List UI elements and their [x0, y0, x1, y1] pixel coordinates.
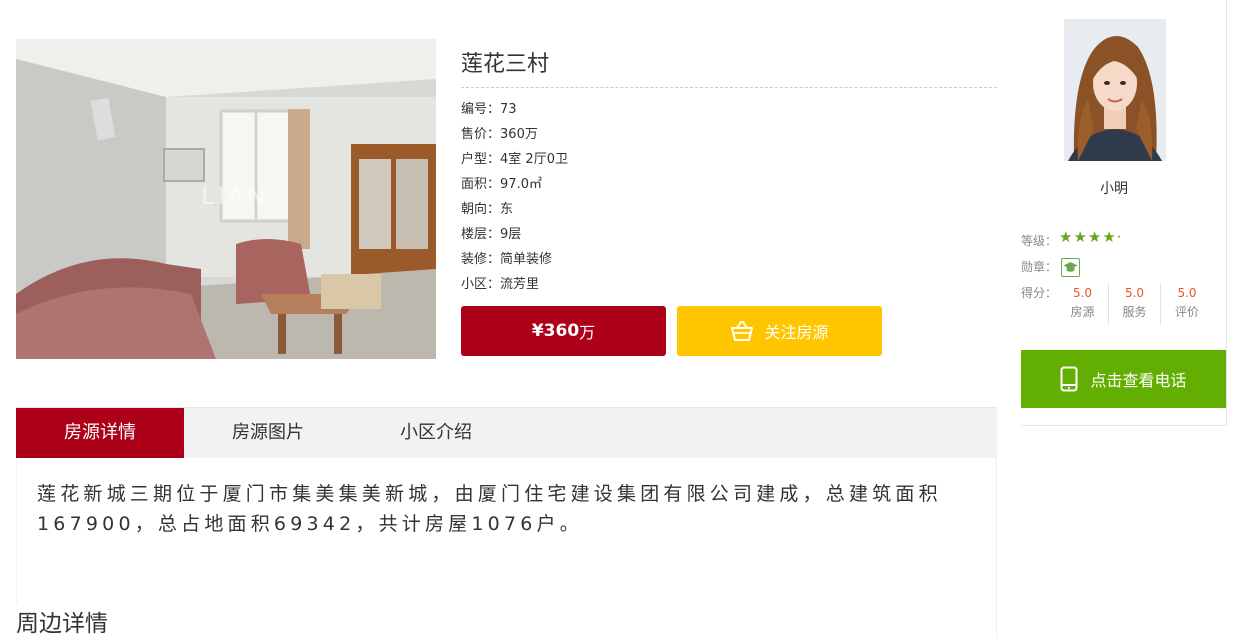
listing-field-row: 朝向：东	[461, 197, 997, 222]
price-button[interactable]: ¥360 万	[461, 306, 666, 356]
listing-field-label: 户型	[461, 152, 488, 167]
listing-field-row: 户型：4室 2厅0卫	[461, 147, 997, 172]
listing-field-label: 朝向	[461, 202, 488, 217]
detail-tabs: 房源详情 房源图片 小区介绍	[16, 407, 997, 458]
community-description: 莲花新城三期位于厦门市集美集美新城，由厦门住宅建设集团有限公司建成，总建筑面积1…	[37, 483, 942, 535]
tab-community-intro[interactable]: 小区介绍	[352, 408, 520, 458]
agent-portrait	[1064, 19, 1166, 161]
price-amount: ¥360	[531, 321, 580, 341]
score-item: 5.0 房源	[1057, 284, 1109, 324]
listing-field-separator: ：	[487, 177, 501, 192]
listing-field-separator: ：	[487, 102, 501, 117]
score-label: 得分：	[1021, 286, 1058, 300]
listing-field-row: 小区：流芳里	[461, 272, 997, 297]
score-value: 5.0	[1177, 286, 1197, 300]
price-unit: 万	[579, 323, 596, 342]
listing-field-separator: ：	[487, 202, 501, 217]
listing-field-row: 装修：简单装修	[461, 247, 997, 272]
property-photo[interactable]: LIAN	[16, 39, 436, 359]
listing-field-label: 售价	[461, 127, 488, 142]
level-stars: ★★★★·	[1059, 228, 1123, 246]
score-category: 服务	[1122, 305, 1147, 319]
listing-field-row: 编号：73	[461, 97, 997, 122]
listing-field-separator: ：	[487, 277, 501, 292]
listing-field-separator: ：	[487, 227, 501, 242]
basket-icon	[731, 321, 754, 341]
score-item: 5.0 服务	[1109, 284, 1161, 324]
listing-fields: 编号：73 售价：360万 户型：4室 2厅0卫 面积：97.0㎡ 朝向：东 楼层：9层装…	[461, 97, 997, 297]
listing-field-value: 简单装修	[500, 252, 553, 267]
listing-field-value: 东	[500, 202, 514, 217]
agent-panel: 小明 等级： ★★★★· 勋章： 得分： 5.0 房源 5.0 服务 5.0 评价 点击查…	[1021, 0, 1227, 426]
mobile-phone-icon	[1060, 366, 1078, 392]
listing-actions: ¥360 万 关注房源	[461, 306, 891, 356]
medal-badge[interactable]	[1061, 258, 1080, 277]
follow-listing-button[interactable]: 关注房源	[677, 306, 882, 356]
listing-field-value: 4室 2厅0卫	[500, 152, 568, 167]
listing-field-label: 楼层	[461, 227, 488, 242]
listing-field-label: 小区	[461, 277, 488, 292]
listing-field-value: 流芳里	[500, 277, 540, 292]
listing-field-separator: ：	[487, 152, 501, 167]
tab-listing-details[interactable]: 房源详情	[16, 408, 184, 458]
tab-listing-photos[interactable]: 房源图片	[184, 408, 352, 458]
listing-field-separator: ：	[487, 252, 501, 267]
listing-field-value: 73	[500, 102, 517, 117]
listing-field-value: 360万	[500, 127, 538, 142]
view-phone-label: 点击查看电话	[1090, 371, 1187, 390]
score-value: 5.0	[1124, 286, 1145, 300]
surroundings-heading: 周边详情	[16, 604, 114, 638]
listing-field-label: 面积	[461, 177, 488, 192]
listing-field-separator: ：	[487, 127, 501, 142]
room-photo-illustration: LIAN	[16, 39, 436, 359]
agent-name: 小明	[1100, 181, 1128, 197]
agent-scores: 5.0 房源 5.0 服务 5.0 评价	[1057, 284, 1227, 324]
agent-avatar[interactable]	[1064, 19, 1166, 161]
listing-field-value: 97.0㎡	[500, 177, 542, 192]
photo-watermark: LIAN	[201, 182, 268, 210]
listing-field-row: 面积：97.0㎡	[461, 172, 997, 197]
follow-label: 关注房源	[764, 323, 829, 342]
description-panel: 莲花新城三期位于厦门市集美集美新城，由厦门住宅建设集团有限公司建成，总建筑面积1…	[16, 458, 997, 638]
listing-field-label: 装修	[461, 252, 488, 267]
listing-field-value: 9层	[500, 227, 522, 242]
listing-field-row: 楼层：9层	[461, 222, 997, 247]
listing-info: 莲花三村 编号：73 售价：360万 户型：4室 2厅0卫 面积：97.0㎡ 朝向：东楼…	[461, 50, 997, 356]
level-label: 等级：	[1021, 234, 1058, 248]
graduation-cap-icon	[1063, 262, 1078, 272]
score-item: 5.0 评价	[1161, 284, 1213, 324]
score-value: 5.0	[1072, 286, 1093, 300]
listing-title: 莲花三村	[461, 50, 997, 88]
score-category: 房源	[1070, 305, 1095, 319]
view-phone-button[interactable]: 点击查看电话	[1021, 350, 1226, 408]
listing-field-row: 售价：360万	[461, 122, 997, 147]
score-category: 评价	[1174, 305, 1199, 319]
medal-label: 勋章：	[1021, 260, 1058, 274]
listing-field-label: 编号	[461, 102, 488, 117]
